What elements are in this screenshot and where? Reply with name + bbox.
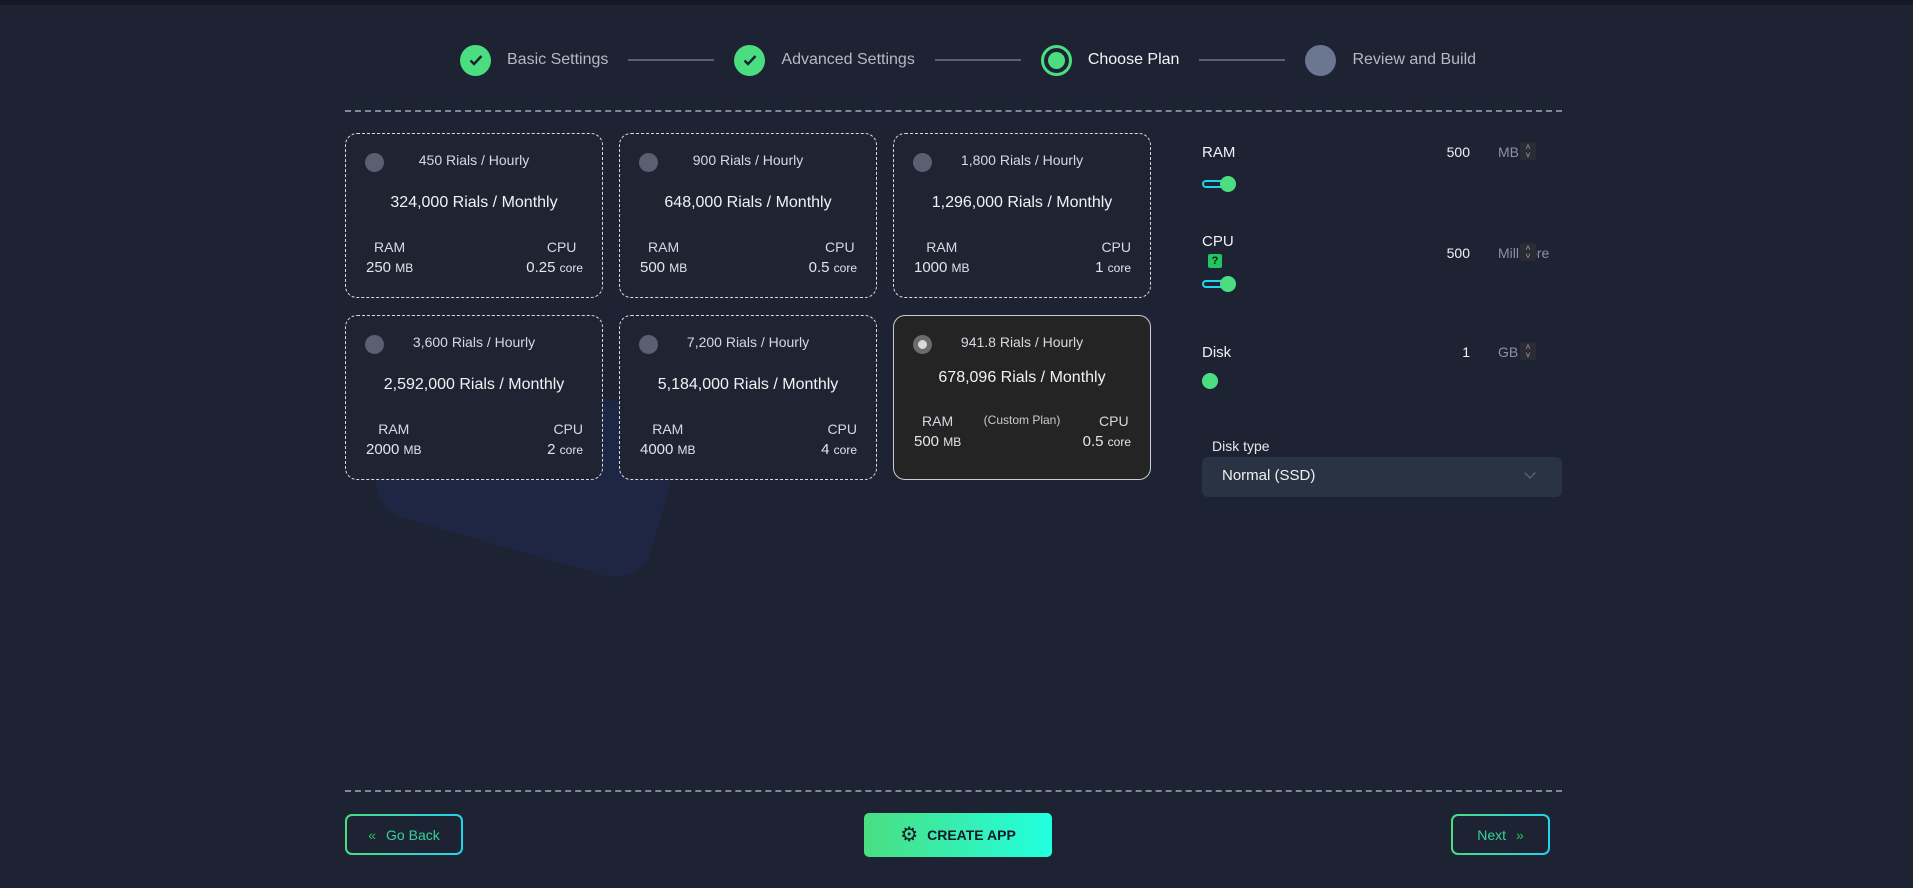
top-divider	[345, 110, 1562, 112]
plan-ram: RAM 4000 MB	[640, 421, 696, 458]
step-label: Review and Build	[1352, 51, 1477, 68]
step-advanced-settings[interactable]: Advanced Settings	[734, 44, 915, 76]
plan-hourly-price: 900 Rials / Hourly	[692, 152, 804, 168]
ram-row: RAM 500 MB ˄ ˅	[1202, 142, 1562, 164]
plan-cpu: CPU 0.5 core	[808, 239, 857, 276]
plan-cpu: CPU 1 core	[1095, 239, 1131, 276]
cpu-help-icon[interactable]: ?	[1208, 254, 1222, 268]
wizard-stepper: Basic Settings Advanced Settings Choose …	[460, 44, 1476, 76]
gear-icon: ⚙	[900, 824, 919, 846]
step-current-indicator-icon	[1040, 44, 1072, 76]
plan-monthly-price: 5,184,000 Rials / Monthly	[657, 376, 839, 393]
plan-ram: RAM 250 MB	[366, 239, 414, 276]
disk-type-value: Normal (SSD)	[1222, 467, 1316, 484]
step-connector	[628, 59, 715, 61]
plan-cpu: CPU 4 core	[821, 421, 857, 458]
plan-card[interactable]: 7,200 Rials / Hourly 5,184,000 Rials / M…	[619, 315, 877, 480]
plan-card-custom[interactable]: 941.8 Rials / Hourly 678,096 Rials / Mon…	[893, 315, 1151, 480]
plan-monthly-price: 678,096 Rials / Monthly	[938, 369, 1106, 386]
cpu-slider[interactable]	[1202, 276, 1238, 292]
step-completed-check-icon	[734, 44, 766, 76]
plan-hourly-price: 941.8 Rials / Hourly	[960, 334, 1084, 350]
disk-type-select[interactable]: Normal (SSD)	[1202, 457, 1562, 497]
step-basic-settings[interactable]: Basic Settings	[460, 44, 609, 76]
step-completed-check-icon	[460, 44, 491, 76]
cpu-label: CPU	[1202, 233, 1234, 250]
step-pending-indicator-icon	[1305, 44, 1337, 76]
plan-hourly-price: 450 Rials / Hourly	[418, 152, 530, 168]
chevron-down-icon	[1524, 467, 1536, 479]
plan-cpu: CPU 2 core	[547, 421, 583, 458]
plan-hourly-price: 1,800 Rials / Hourly	[960, 152, 1084, 168]
chevrons-right-icon: »	[1516, 826, 1524, 843]
disk-spinner-icon[interactable]: ˄ ˅	[1520, 342, 1536, 360]
plan-monthly-price: 648,000 Rials / Monthly	[664, 194, 832, 211]
bottom-divider	[345, 790, 1562, 792]
plan-grid: 450 Rials / Hourly 324,000 Rials / Month…	[345, 133, 1151, 480]
plan-monthly-price: 2,592,000 Rials / Monthly	[383, 376, 565, 393]
disk-slider-handle[interactable]	[1202, 373, 1218, 389]
cpu-spinner-icon[interactable]: ˄ ˅	[1520, 243, 1536, 261]
plan-ram: RAM 500 MB	[640, 239, 688, 276]
plan-card[interactable]: 900 Rials / Hourly 648,000 Rials / Month…	[619, 133, 877, 298]
plan-hourly-price: 7,200 Rials / Hourly	[686, 334, 810, 350]
cpu-row: CPU 500 Millicore ˄˅	[1202, 233, 1562, 261]
step-review-and-build[interactable]: Review and Build	[1305, 44, 1477, 76]
plan-ram: RAM 2000 MB	[366, 421, 422, 458]
step-connector	[1199, 59, 1286, 61]
plan-cpu: CPU 0.25 core	[526, 239, 583, 276]
slider-handle[interactable]	[1220, 176, 1236, 192]
step-connector	[934, 59, 1021, 61]
go-back-label: Go Back	[386, 826, 440, 843]
go-back-button[interactable]: « Go Back	[345, 814, 463, 855]
step-label: Choose Plan	[1087, 51, 1180, 68]
ram-slider[interactable]	[1202, 176, 1238, 192]
create-app-button[interactable]: ⚙ CREATE APP	[864, 813, 1052, 857]
plan-monthly-price: 1,296,000 Rials / Monthly	[931, 194, 1113, 211]
plan-card[interactable]: 450 Rials / Hourly 324,000 Rials / Month…	[345, 133, 603, 298]
disk-type-label: Disk type	[1212, 438, 1270, 454]
plan-hourly-price: 3,600 Rials / Hourly	[412, 334, 536, 350]
slider-handle[interactable]	[1220, 276, 1236, 292]
ram-label: RAM	[1202, 144, 1236, 161]
plan-card[interactable]: 3,600 Rials / Hourly 2,592,000 Rials / M…	[345, 315, 603, 480]
ram-spinner-icon[interactable]: ˄ ˅	[1520, 142, 1536, 160]
step-choose-plan[interactable]: Choose Plan	[1040, 44, 1180, 76]
step-label: Advanced Settings	[781, 51, 915, 68]
disk-label: Disk	[1202, 344, 1232, 361]
plan-ram: RAM 1000 MB	[914, 239, 970, 276]
create-app-label: CREATE APP	[927, 827, 1016, 843]
plan-monthly-price: 324,000 Rials / Monthly	[390, 194, 558, 211]
plan-card[interactable]: 1,800 Rials / Hourly 1,296,000 Rials / M…	[893, 133, 1151, 298]
disk-row: Disk 1 GB ˄ ˅	[1202, 342, 1562, 364]
step-label: Basic Settings	[507, 51, 609, 68]
chevrons-left-icon: «	[368, 826, 377, 843]
plan-ram: RAM 500 MB	[914, 413, 962, 450]
plan-cpu: CPU 0.5 core	[1082, 413, 1131, 450]
top-bar	[0, 0, 1913, 5]
next-button[interactable]: Next »	[1451, 814, 1550, 855]
next-label: Next	[1477, 826, 1506, 843]
